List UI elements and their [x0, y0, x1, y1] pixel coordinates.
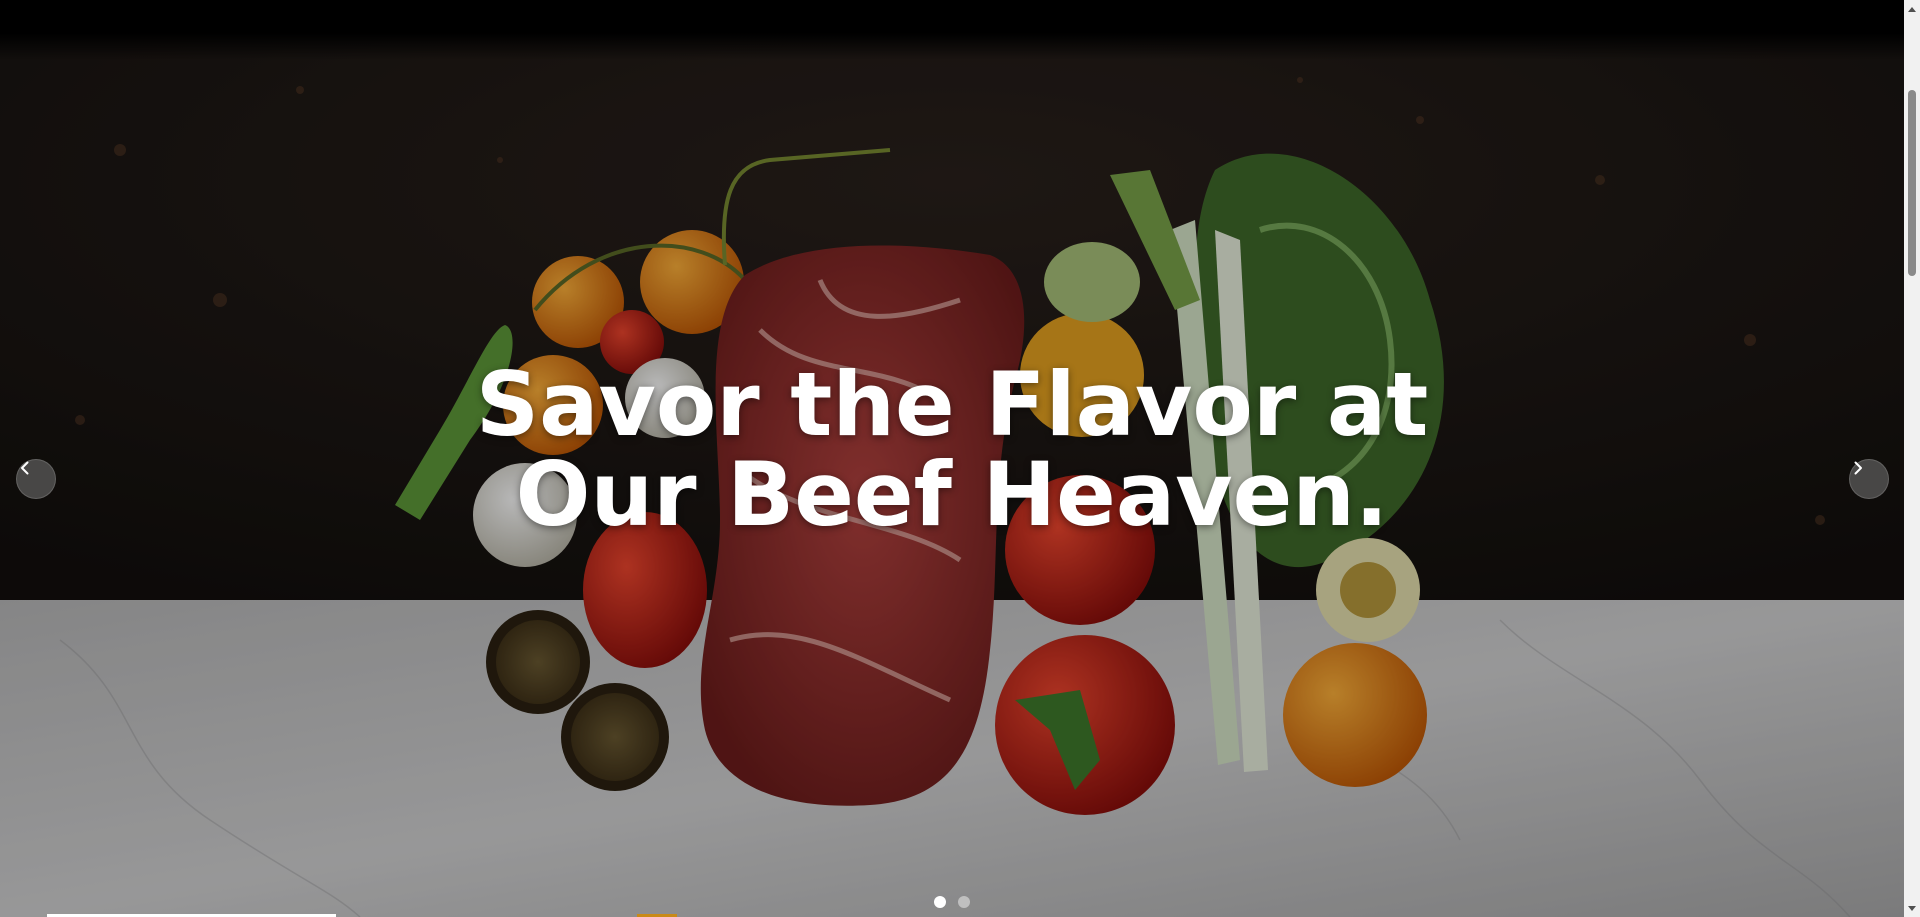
carousel-pagination: [934, 896, 970, 908]
scroll-up-button[interactable]: [1904, 0, 1920, 17]
carousel-dot-1[interactable]: [934, 896, 946, 908]
page-scrollbar[interactable]: [1904, 0, 1920, 917]
caret-down-icon: [1908, 905, 1916, 911]
scroll-down-button[interactable]: [1904, 900, 1920, 917]
hero-headline: Savor the Flavor at Our Beef Heaven.: [0, 360, 1904, 540]
chevron-left-icon: [21, 461, 29, 475]
chevron-right-icon: [1854, 461, 1862, 475]
page: Savor the Flavor at Our Beef Heaven.: [0, 0, 1920, 917]
hero-headline-line-2: Our Beef Heaven.: [515, 443, 1389, 546]
caret-up-icon: [1908, 6, 1916, 12]
carousel-dot-2[interactable]: [958, 896, 970, 908]
scrollbar-thumb[interactable]: [1908, 90, 1916, 276]
carousel-prev-button[interactable]: [16, 459, 56, 499]
carousel-next-button[interactable]: [1849, 459, 1889, 499]
header-shade: [0, 0, 1904, 60]
hero-slider: Savor the Flavor at Our Beef Heaven.: [0, 0, 1904, 917]
hero-headline-line-1: Savor the Flavor at: [475, 353, 1429, 456]
